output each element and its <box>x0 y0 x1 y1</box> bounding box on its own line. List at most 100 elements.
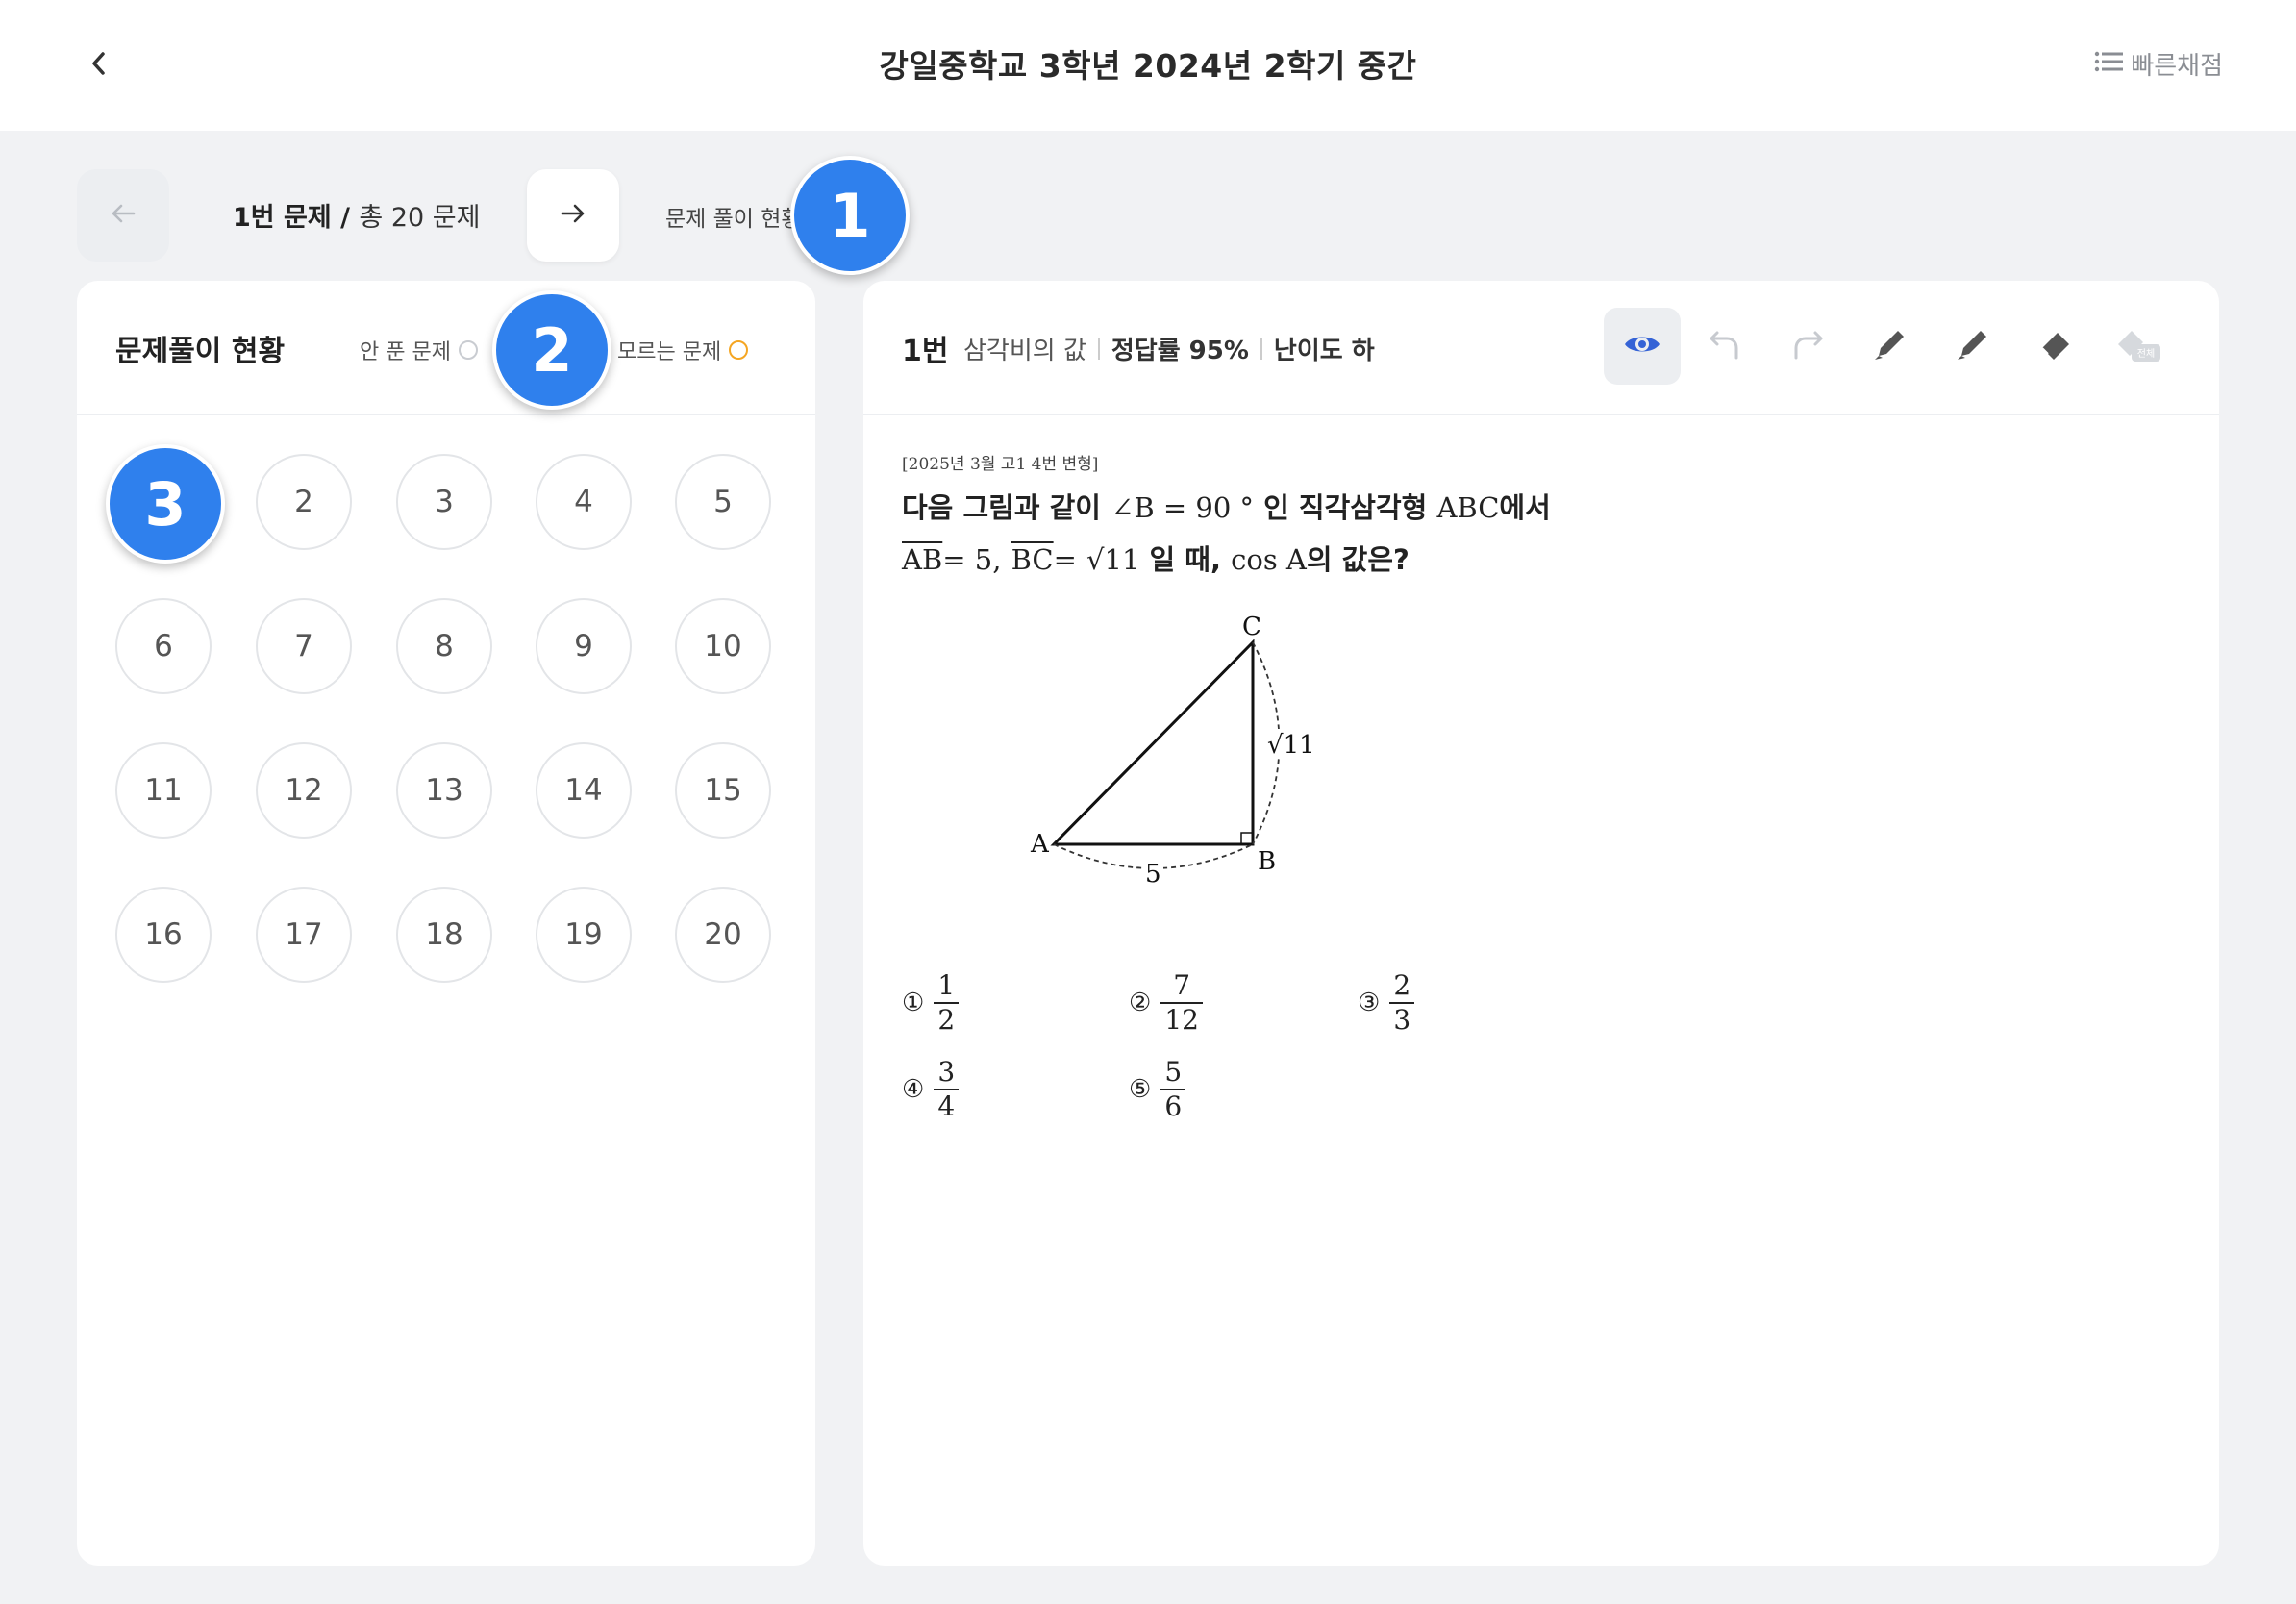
pen-thin-icon <box>1954 325 1992 367</box>
next-question-button[interactable] <box>527 169 619 262</box>
choice-2[interactable]: ② 7 12 <box>1129 969 1203 1037</box>
denominator: 2 <box>937 1004 956 1036</box>
undo-icon <box>1708 327 1742 365</box>
prev-question-button[interactable] <box>77 169 169 262</box>
question-circle-14[interactable]: 14 <box>536 742 632 839</box>
right-angle-mark <box>1240 832 1254 845</box>
eraser-icon <box>2036 325 2075 367</box>
arrow-right-icon <box>560 202 586 229</box>
question-circle-15[interactable]: 15 <box>675 742 771 839</box>
total-question-label: 총 20 문제 <box>359 203 481 233</box>
question-circle-13[interactable]: 13 <box>396 742 492 839</box>
choice-fraction: 56 <box>1160 1056 1186 1123</box>
question-circle-16[interactable]: 16 <box>115 887 212 983</box>
side-ab-length: 5 <box>1145 860 1161 889</box>
denominator: 6 <box>1164 1090 1183 1122</box>
choice-marker: ④ <box>902 1075 925 1104</box>
question-counter: 1번 문제 / 총 20 문제 <box>233 196 480 234</box>
unsolved-dot-icon <box>458 340 478 360</box>
eye-icon <box>1623 331 1661 362</box>
choice-fraction: 23 <box>1389 969 1415 1037</box>
choice-3[interactable]: ③ 23 <box>1358 969 1415 1037</box>
stem-text: 다음 그림과 같이 <box>902 491 1101 524</box>
choice-marker: ③ <box>1358 989 1381 1017</box>
question-source: [2025년 3월 고1 4번 변형] <box>902 455 1099 474</box>
redo-button[interactable] <box>1769 308 1846 385</box>
question-circle-9[interactable]: 9 <box>536 598 632 694</box>
question-circle-10[interactable]: 10 <box>675 598 771 694</box>
quick-grade-button[interactable]: 빠른채점 <box>2094 46 2223 82</box>
quick-grade-label: 빠른채점 <box>2131 52 2223 81</box>
question-circle-18[interactable]: 18 <box>396 887 492 983</box>
stem-math: ∠B = 90 ° <box>1111 491 1255 524</box>
legend-unknown-label: 모르는 문제 <box>617 340 722 364</box>
question-body: [2025년 3월 고1 4번 변형] 다음 그림과 같이 ∠B = 90 ° … <box>902 450 2181 1122</box>
segment-ab: AB <box>902 543 943 576</box>
annotation-badge-3: 3 <box>106 444 225 564</box>
undo-button[interactable] <box>1686 308 1763 385</box>
difficulty: 난이도 하 <box>1273 337 1375 365</box>
question-circle-5[interactable]: 5 <box>675 454 771 550</box>
question-circle-8[interactable]: 8 <box>396 598 492 694</box>
view-toggle-button[interactable] <box>1604 308 1681 385</box>
choice-4[interactable]: ④ 34 <box>902 1056 960 1123</box>
stem-line-1: 다음 그림과 같이 ∠B = 90 ° 인 직각삼각형 ABC에서 <box>902 482 2181 534</box>
legend-unsolved: 안 푼 문제 <box>360 335 478 365</box>
pen-button[interactable] <box>1852 308 1929 385</box>
question-circle-2[interactable]: 2 <box>256 454 352 550</box>
stem-text: 인 직각삼각형 <box>1263 491 1428 524</box>
triangle-figure: A B C 5 √11 <box>1017 613 1421 935</box>
segment-bc: BC <box>1011 543 1054 576</box>
redo-icon <box>1790 327 1825 365</box>
question-circle-4[interactable]: 4 <box>536 454 632 550</box>
correct-rate: 정답률 95% <box>1111 337 1249 365</box>
clear-all-icon: 전체 <box>2112 323 2164 369</box>
denominator: 3 <box>1393 1004 1411 1036</box>
status-panel-header: 문제풀이 현황 안 푼 문제 모르는 문제 <box>77 281 815 415</box>
clear-all-label: 전체 <box>2137 348 2155 360</box>
counter-separator: / <box>331 203 360 233</box>
list-icon <box>2094 50 2124 79</box>
choice-1[interactable]: ① 12 <box>902 969 960 1037</box>
question-circle-7[interactable]: 7 <box>256 598 352 694</box>
current-question-label: 1번 문제 <box>233 203 332 233</box>
vertex-b-label: B <box>1258 847 1276 876</box>
choice-marker: ⑤ <box>1129 1075 1152 1104</box>
unknown-dot-icon <box>729 340 749 360</box>
question-stem: 다음 그림과 같이 ∠B = 90 ° 인 직각삼각형 ABC에서 AB= 5,… <box>902 482 2181 586</box>
annotation-badge-1: 1 <box>790 156 910 275</box>
stem-math: √11 <box>1086 543 1140 576</box>
status-link[interactable]: 문제 풀이 현황 <box>665 200 802 233</box>
choice-fraction: 34 <box>934 1056 960 1123</box>
question-circle-12[interactable]: 12 <box>256 742 352 839</box>
vertex-a-label: A <box>1030 830 1050 859</box>
question-circle-6[interactable]: 6 <box>115 598 212 694</box>
question-circle-11[interactable]: 11 <box>115 742 212 839</box>
stem-math: = 5, <box>942 543 1002 576</box>
top-bar: 강일중학교 3학년 2024년 2학기 중간 빠른채점 <box>0 0 2296 131</box>
stem-text: 에서 <box>1499 491 1551 524</box>
pen-thin-button[interactable] <box>1934 308 2011 385</box>
choice-fraction: 12 <box>934 969 960 1037</box>
choice-5[interactable]: ⑤ 56 <box>1129 1056 1186 1123</box>
numerator: 1 <box>937 969 956 1001</box>
page-title: 강일중학교 3학년 2024년 2학기 중간 <box>879 47 1417 85</box>
annotation-badge-2: 2 <box>492 290 611 410</box>
eraser-button[interactable] <box>2017 308 2094 385</box>
numerator: 5 <box>1164 1056 1183 1088</box>
clear-all-button[interactable]: 전체 <box>2100 308 2177 385</box>
question-circle-3[interactable]: 3 <box>396 454 492 550</box>
question-number: 1번 <box>902 335 949 368</box>
numerator: 2 <box>1393 969 1411 1001</box>
stem-line-2: AB= 5, BC= √11 일 때, cos A의 값은? <box>902 534 2181 586</box>
stem-math: ABC <box>1436 491 1500 524</box>
question-circle-19[interactable]: 19 <box>536 887 632 983</box>
pen-icon <box>1871 325 1909 367</box>
question-circle-20[interactable]: 20 <box>675 887 771 983</box>
question-panel-header: 1번 삼각비의 값 정답률 95% 난이도 하 전체 <box>863 281 2219 415</box>
choice-marker: ② <box>1129 989 1152 1017</box>
vertex-c-label: C <box>1242 614 1261 641</box>
status-panel-title: 문제풀이 현황 <box>115 335 286 368</box>
side-bc-length: √11 <box>1267 731 1315 760</box>
question-circle-17[interactable]: 17 <box>256 887 352 983</box>
